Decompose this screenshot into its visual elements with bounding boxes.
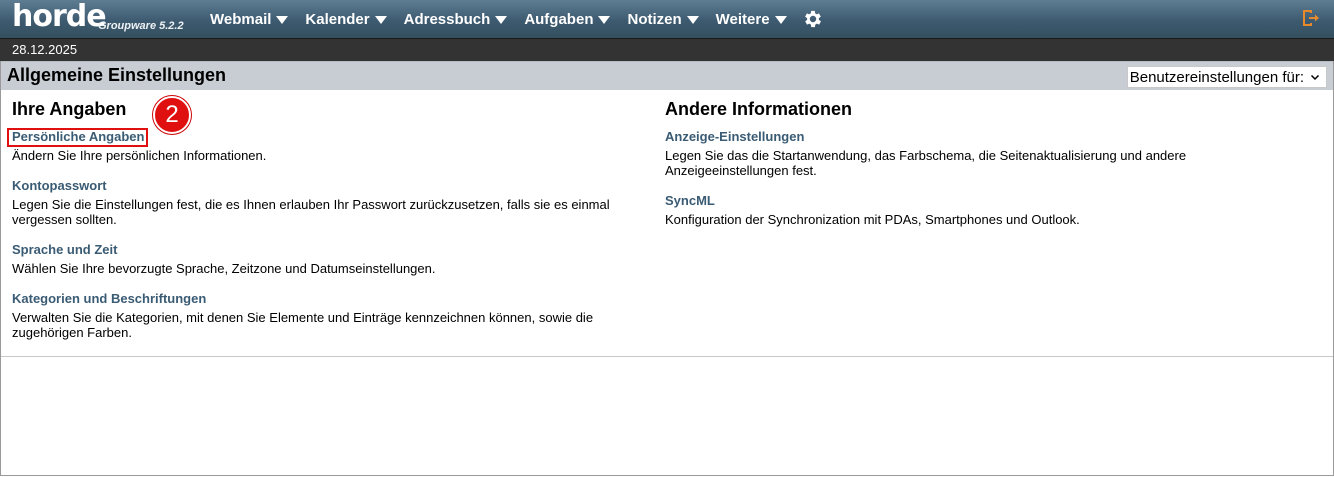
pref-description: Konfiguration der Synchronization mit PD… bbox=[665, 212, 1080, 227]
pref-description: Legen Sie das die Startanwendung, das Fa… bbox=[665, 148, 1187, 178]
categories-labels-link[interactable]: Kategorien und Beschriftungen bbox=[12, 291, 206, 307]
menu-label: Weitere bbox=[715, 10, 770, 28]
menu-label: Webmail bbox=[210, 10, 272, 28]
menu-notizen[interactable]: Notizen bbox=[627, 10, 699, 28]
menu-label: Kalender bbox=[305, 10, 370, 28]
pref-entry: Sprache und Zeit Wählen Sie Ihre bevorzu… bbox=[12, 241, 642, 276]
caret-down-icon bbox=[774, 15, 787, 24]
page-header: Allgemeine Einstellungen Benutzereinstel… bbox=[1, 61, 1333, 90]
caret-down-icon bbox=[495, 15, 508, 24]
main-menu: Webmail Kalender Adressbuch Aufgaben Not… bbox=[210, 0, 824, 38]
syncml-link[interactable]: SyncML bbox=[665, 193, 715, 209]
caret-down-icon bbox=[598, 15, 611, 24]
pref-description: Wählen Sie Ihre bevorzugte Sprache, Zeit… bbox=[12, 261, 436, 276]
other-info-column: Andere Informationen Anzeige-Einstellung… bbox=[665, 98, 1295, 241]
menu-label: Adressbuch bbox=[403, 10, 491, 28]
display-settings-link[interactable]: Anzeige-Einstellungen bbox=[665, 129, 804, 145]
pref-description: Legen Sie die Einstellungen fest, die es… bbox=[12, 197, 610, 227]
menu-webmail[interactable]: Webmail bbox=[210, 10, 289, 28]
current-date: 28.12.2025 bbox=[12, 42, 78, 57]
account-password-link[interactable]: Kontopasswort bbox=[12, 178, 107, 194]
menu-weitere[interactable]: Weitere bbox=[716, 11, 787, 28]
caret-down-icon bbox=[374, 15, 387, 24]
menu-kalender[interactable]: Kalender bbox=[305, 10, 387, 28]
user-select-label: Benutzereinstellungen für: bbox=[1129, 68, 1304, 86]
pref-entry: Persönliche Angaben Ändern Sie Ihre pers… bbox=[12, 128, 642, 163]
pref-entry: Anzeige-Einstellungen Legen Sie das die … bbox=[665, 128, 1295, 178]
section-heading: Andere Informationen bbox=[665, 99, 853, 119]
menu-label: Notizen bbox=[627, 10, 682, 28]
your-info-column: Ihre Angaben Persönliche Angaben Ändern … bbox=[12, 98, 642, 354]
date-bar: 28.12.2025 bbox=[0, 38, 1334, 61]
step-badge: 2 bbox=[153, 96, 191, 134]
horde-logo[interactable]: horde bbox=[12, 0, 107, 34]
page-title: Allgemeine Einstellungen bbox=[7, 65, 227, 85]
personal-info-link[interactable]: Persönliche Angaben bbox=[12, 129, 144, 145]
version-label: Groupware 5.2.2 bbox=[98, 20, 184, 32]
caret-down-icon bbox=[276, 15, 289, 24]
language-time-link[interactable]: Sprache und Zeit bbox=[12, 242, 117, 258]
logout-icon[interactable] bbox=[1300, 8, 1320, 28]
menu-adressbuch[interactable]: Adressbuch bbox=[404, 11, 508, 28]
pref-description: Ändern Sie Ihre persönlichen Information… bbox=[12, 148, 267, 163]
pref-entry: SyncML Konfiguration der Synchronization… bbox=[665, 192, 1295, 227]
pref-description: Verwalten Sie die Kategorien, mit denen … bbox=[12, 310, 594, 340]
top-navigation-bar: horde Groupware 5.2.2 Webmail Kalender A… bbox=[0, 0, 1334, 38]
menu-label: Aufgaben bbox=[524, 10, 594, 28]
section-heading: Ihre Angaben bbox=[12, 99, 127, 119]
pref-entry: Kategorien und Beschriftungen Verwalten … bbox=[12, 290, 642, 340]
menu-aufgaben[interactable]: Aufgaben bbox=[524, 10, 611, 28]
content-divider bbox=[1, 356, 1333, 357]
chevron-down-icon bbox=[1310, 74, 1320, 81]
user-preferences-select[interactable]: Benutzereinstellungen für: bbox=[1126, 66, 1327, 88]
caret-down-icon bbox=[686, 15, 699, 24]
gear-icon[interactable] bbox=[802, 8, 824, 30]
pref-entry: Kontopasswort Legen Sie die Einstellunge… bbox=[12, 177, 642, 227]
